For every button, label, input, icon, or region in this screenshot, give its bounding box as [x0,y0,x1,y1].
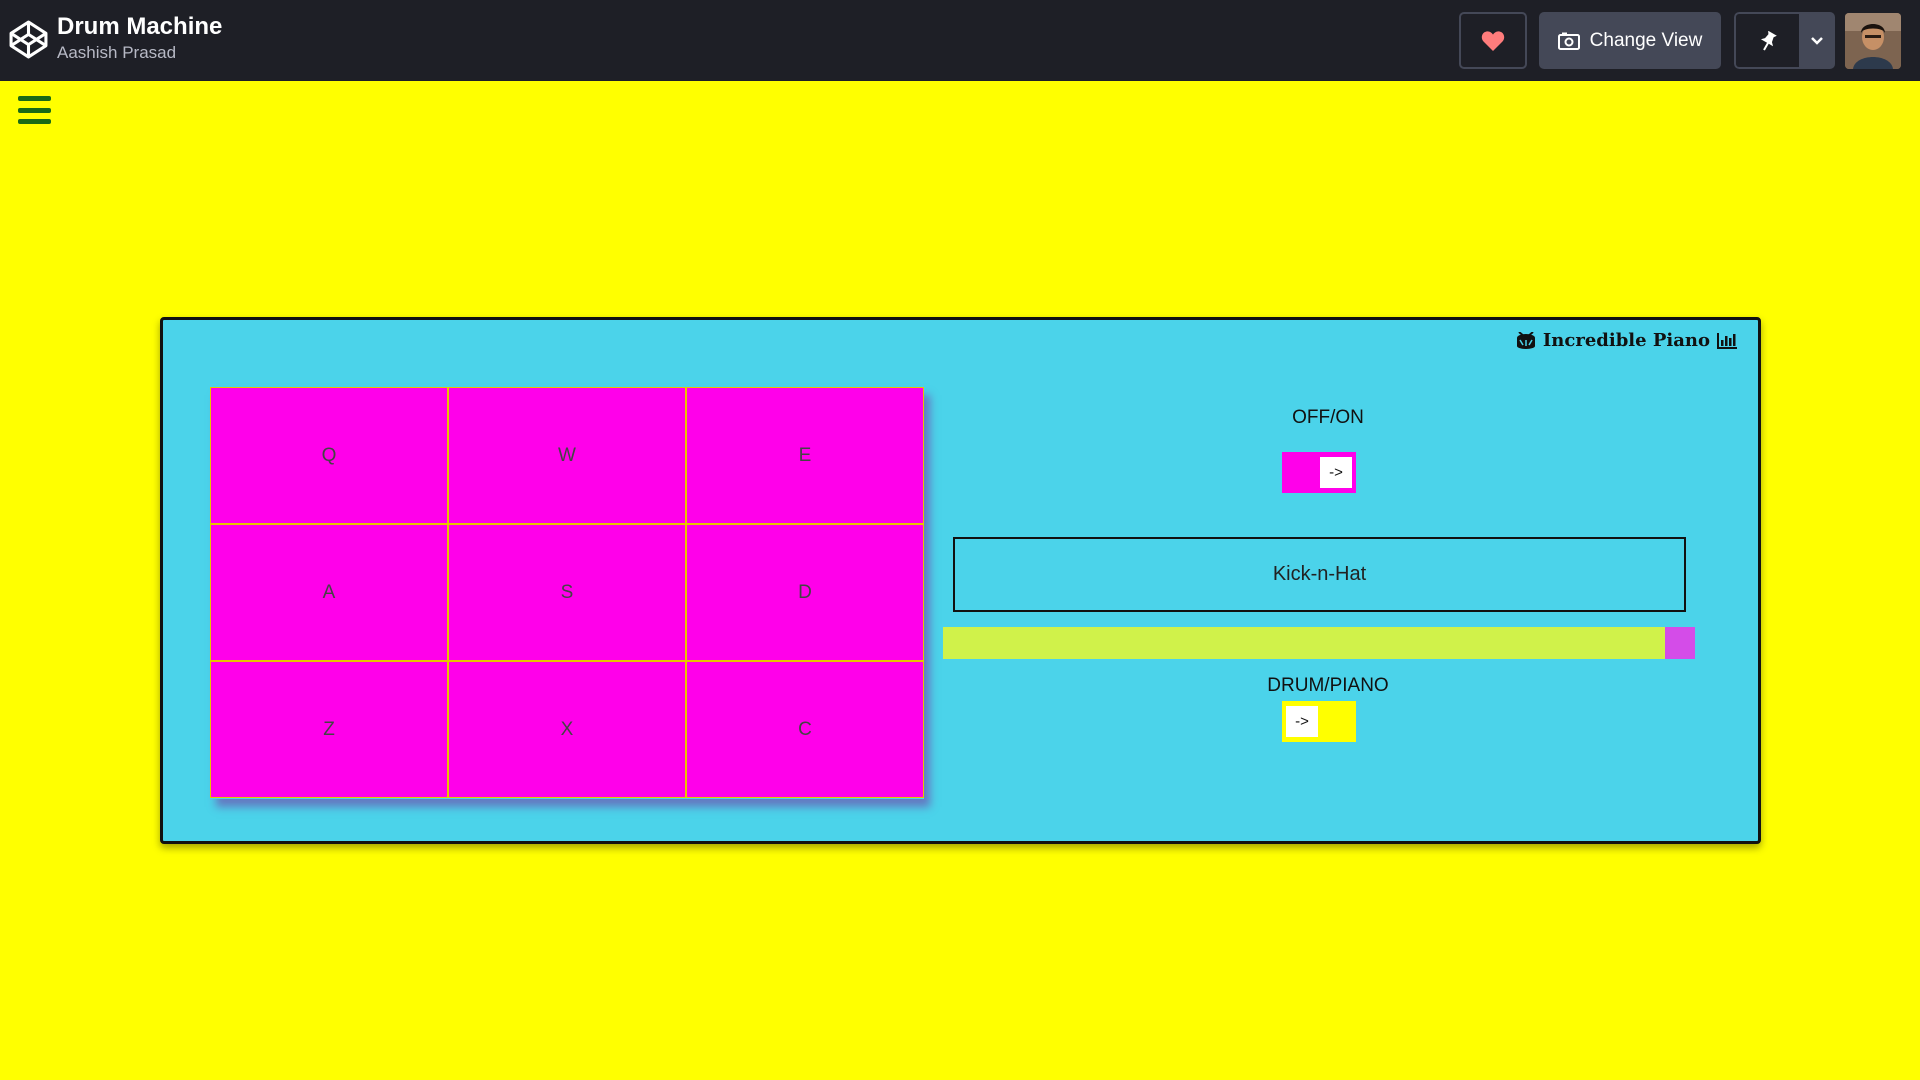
bank-toggle-knob: -> [1286,706,1318,737]
author-link[interactable]: Aashish Prasad [57,42,222,64]
app-title: Drum Machine [57,13,223,40]
codepen-logo-icon[interactable] [8,19,49,60]
user-avatar[interactable] [1845,13,1901,69]
power-toggle[interactable]: -> [1282,452,1356,493]
heart-icon [1481,30,1505,51]
brand-name: Incredible Piano [1542,330,1710,351]
top-bar: Drum Machine Aashish Prasad Change View [0,0,1920,81]
title-block: Drum Machine Aashish Prasad [57,12,222,64]
pin-dropdown-button[interactable] [1799,12,1835,69]
drum-pad-q[interactable]: Q [210,387,448,524]
like-button[interactable] [1459,12,1527,69]
sound-display: Kick-n-Hat [953,537,1686,612]
hamburger-menu-icon[interactable] [18,96,51,124]
pin-button[interactable] [1734,12,1799,69]
drum-pad-w[interactable]: W [448,387,686,524]
chevron-down-icon [1811,36,1823,45]
volume-slider[interactable] [943,627,1695,659]
bank-toggle[interactable]: -> [1282,701,1356,742]
drum-pad-x[interactable]: X [448,661,686,798]
change-view-label: Change View [1589,29,1703,51]
drum-machine: Incredible Piano Q W E A S D Z X C OFF/O… [160,317,1761,844]
volume-slider-thumb[interactable] [1665,627,1695,659]
drum-pad-c[interactable]: C [686,661,924,798]
drum-pad-s[interactable]: S [448,524,686,661]
layout-icon [1557,32,1580,50]
bar-chart-icon [1717,332,1737,349]
avatar-image [1845,13,1901,69]
pin-group [1734,12,1835,69]
brand: Incredible Piano [1515,330,1738,351]
bank-label: DRUM/PIANO [1267,675,1389,696]
drum-pad-a[interactable]: A [210,524,448,661]
power-toggle-knob: -> [1320,457,1352,488]
drum-icon [1516,331,1535,349]
drum-pad-z[interactable]: Z [210,661,448,798]
drum-pad-e[interactable]: E [686,387,924,524]
drum-pad-d[interactable]: D [686,524,924,661]
power-label: OFF/ON [1292,407,1364,428]
change-view-button[interactable]: Change View [1539,12,1721,69]
drum-pads: Q W E A S D Z X C [210,387,924,799]
pin-icon [1760,30,1777,50]
